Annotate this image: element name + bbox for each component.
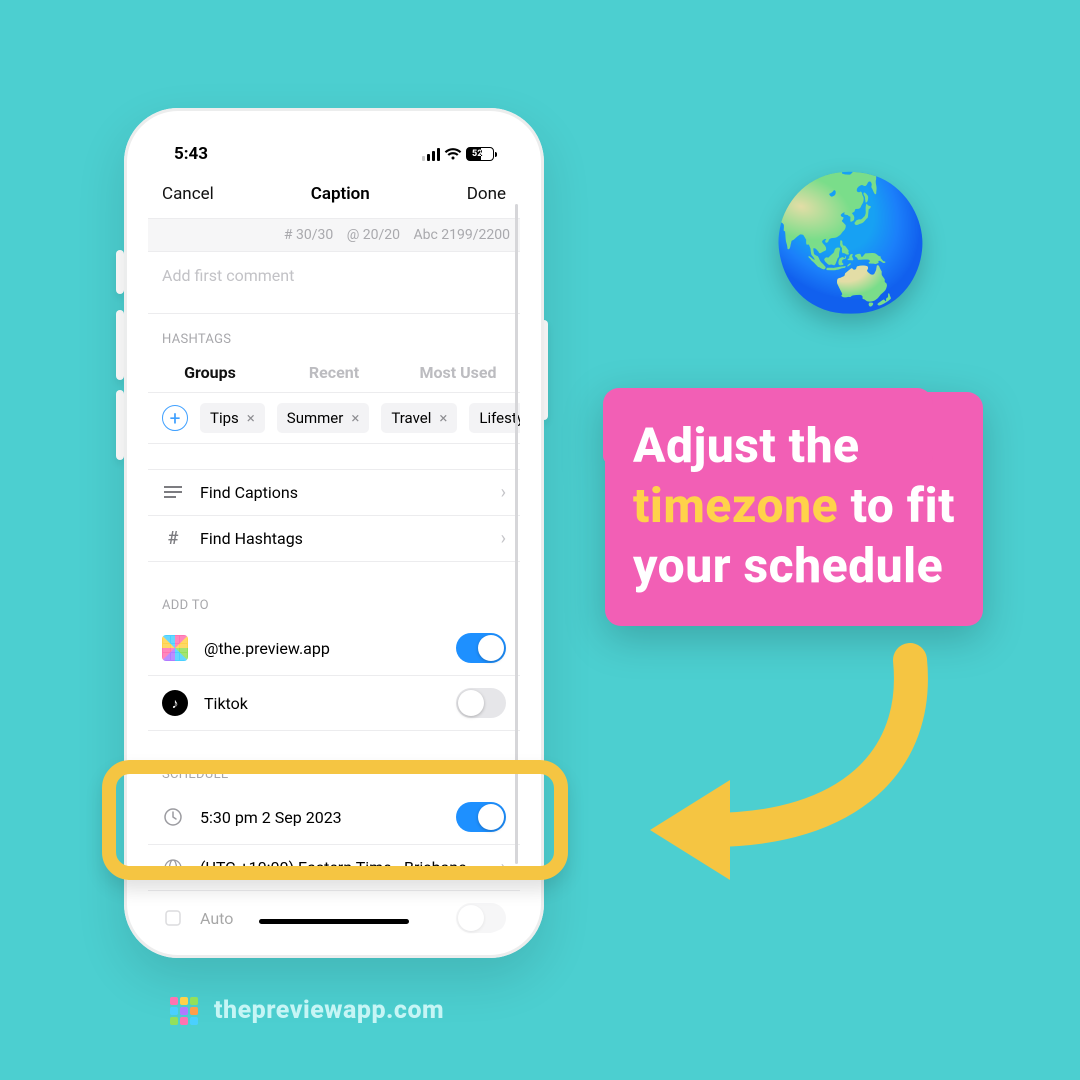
account-handle: @the.preview.app: [204, 639, 330, 658]
remove-chip-icon[interactable]: ×: [439, 409, 447, 427]
hashtag-tabs: Groups Recent Most Used: [148, 355, 520, 393]
tiktok-icon: ♪: [162, 690, 188, 716]
tab-recent[interactable]: Recent: [272, 355, 396, 392]
add-hashtag-button[interactable]: +: [162, 405, 188, 431]
brand-footer: thepreviewapp.com: [170, 996, 444, 1025]
callout-highlight: timezone: [633, 477, 838, 534]
arrow-icon: [620, 640, 940, 880]
find-hashtags-label: Find Hashtags: [200, 529, 303, 548]
section-addto: ADD TO: [148, 580, 520, 621]
page-title: Caption: [311, 184, 370, 204]
globe-emoji: 🌏: [770, 166, 932, 319]
counter-bar: # 30/30 @ 20/20 Abc 2199/2200: [148, 218, 520, 252]
hashtag-chip[interactable]: Summer×: [277, 403, 370, 433]
chevron-right-icon: ›: [501, 482, 506, 503]
cancel-button[interactable]: Cancel: [162, 184, 214, 204]
hashtag-icon: #: [162, 528, 184, 549]
mention-counter: @ 20/20: [347, 227, 400, 243]
remove-chip-icon[interactable]: ×: [351, 409, 359, 427]
tip-callout: Adjust the timezone to fit your schedule: [605, 392, 983, 626]
tiktok-toggle[interactable]: [456, 688, 506, 718]
hashtag-chip[interactable]: Tips×: [200, 403, 265, 433]
captions-icon: [162, 486, 184, 500]
phone-side-button: [116, 390, 124, 460]
remove-chip-icon[interactable]: ×: [247, 409, 255, 427]
tab-most-used[interactable]: Most Used: [396, 355, 520, 392]
nav-bar: Cancel Caption Done: [148, 176, 520, 218]
status-time: 5:43: [174, 144, 208, 164]
account-preview-row[interactable]: @the.preview.app: [148, 621, 520, 676]
hashtag-counter: # 30/30: [284, 227, 333, 243]
wifi-icon: [444, 147, 462, 161]
preview-toggle[interactable]: [456, 633, 506, 663]
account-tiktok-row[interactable]: ♪ Tiktok: [148, 676, 520, 731]
find-captions-row[interactable]: Find Captions ›: [148, 470, 520, 516]
chevron-right-icon: ›: [501, 528, 506, 549]
auto-label: Auto: [200, 909, 233, 928]
auto-icon: [162, 908, 184, 928]
preview-app-icon: [162, 635, 188, 661]
callout-line1: Adjust the: [633, 417, 860, 474]
callout-line3: your schedule: [633, 537, 943, 594]
phone-side-button: [116, 250, 124, 294]
battery-icon: 52: [466, 147, 494, 161]
callout-line2a: to fit: [838, 477, 955, 534]
find-hashtags-row[interactable]: # Find Hashtags ›: [148, 516, 520, 562]
auto-row[interactable]: Auto: [148, 891, 520, 934]
status-bar: 5:43 52: [148, 132, 520, 176]
auto-toggle[interactable]: [456, 903, 506, 933]
phone-side-button: [116, 310, 124, 380]
brand-logo-icon: [170, 997, 198, 1025]
home-indicator[interactable]: [259, 919, 409, 924]
section-hashtags: HASHTAGS: [148, 314, 520, 355]
hashtag-chip[interactable]: Travel×: [381, 403, 457, 433]
char-counter: Abc 2199/2200: [413, 227, 510, 243]
cellular-icon: [422, 148, 440, 161]
brand-url: thepreviewapp.com: [214, 996, 444, 1025]
first-comment-input[interactable]: Add first comment: [148, 252, 520, 314]
done-button[interactable]: Done: [467, 184, 506, 204]
account-label: Tiktok: [204, 694, 248, 713]
find-captions-label: Find Captions: [200, 483, 298, 502]
highlight-box: [102, 760, 568, 880]
hashtag-chip-row: + Tips× Summer× Travel× Lifestyle: [148, 393, 520, 444]
hashtag-chip[interactable]: Lifestyle: [469, 403, 520, 433]
tab-groups[interactable]: Groups: [148, 355, 272, 392]
